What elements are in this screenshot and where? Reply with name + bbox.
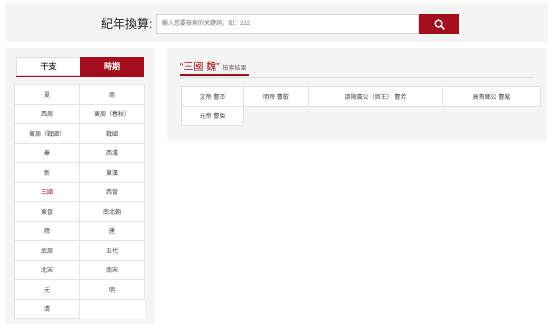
era-item[interactable]: 三國	[15, 182, 80, 202]
tab-underline	[16, 76, 144, 77]
era-item[interactable]: 五代	[80, 241, 145, 261]
era-item[interactable]: 東周（戰國）	[15, 124, 80, 144]
era-item[interactable]: 北宋	[15, 260, 80, 280]
era-item[interactable]: 武周	[15, 241, 80, 261]
era-item[interactable]: 南北朝	[80, 202, 145, 222]
era-item[interactable]: 東漢	[80, 163, 145, 183]
era-item[interactable]: 西周	[15, 104, 80, 124]
search-icon	[434, 19, 445, 30]
era-item[interactable]: 新	[15, 163, 80, 183]
result-item[interactable]: 高貴鄉公 曹髦	[443, 87, 541, 107]
era-item[interactable]: 西晉	[80, 182, 145, 202]
era-item[interactable]: 清	[15, 299, 80, 319]
search-button[interactable]	[419, 14, 459, 34]
era-item[interactable]: 東周（春秋）	[80, 104, 145, 124]
era-item[interactable]: 南宋	[80, 260, 145, 280]
tab-ganzhi[interactable]: 干支	[16, 57, 80, 76]
result-item[interactable]: 文帝 曹丕	[182, 87, 244, 107]
era-item[interactable]: 元	[15, 280, 80, 300]
search-input[interactable]	[156, 14, 419, 34]
era-item[interactable]: 秦	[15, 143, 80, 163]
result-list: 文帝 曹丕 明帝 曹叡 邵陵厲公（齊王） 曹芳 高貴鄉公 曹髦元帝 曹奐	[181, 86, 541, 126]
tab-era[interactable]: 時期	[80, 57, 144, 76]
result-suffix: 檢索結果	[222, 66, 247, 72]
results-panel: “三國 魏” 檢索結果 文帝 曹丕 明帝 曹叡 邵陵厲公（齊王） 曹芳 高貴鄉公 曹髦…	[167, 48, 547, 141]
era-item[interactable]: 西漢	[80, 143, 145, 163]
era-item[interactable]: 東晉	[15, 202, 80, 222]
result-title: “三國 魏” 檢索結果	[180, 58, 250, 76]
result-keyword: “三國 魏”	[180, 62, 220, 73]
era-item[interactable]: 唐	[80, 221, 145, 241]
result-item[interactable]: 明帝 曹叡	[244, 87, 309, 107]
search-label: 紀年換算:	[101, 17, 153, 31]
era-item[interactable]: 明	[80, 280, 145, 300]
era-item[interactable]: 戰國	[80, 124, 145, 144]
era-item[interactable]: 商	[80, 85, 145, 105]
search-bar: 紀年換算:	[5, 3, 548, 42]
result-item[interactable]: 邵陵厲公（齊王） 曹芳	[309, 87, 443, 107]
era-item[interactable]: 夏	[15, 85, 80, 105]
era-list: 夏商西周 東周（春秋） 東周（戰國） 戰國秦西漢新東漢 三國 西晉 東晉 南北朝隋唐武周 五代北…	[14, 84, 145, 319]
era-item[interactable]: 隋	[15, 221, 80, 241]
result-item[interactable]: 元帝 曹奐	[182, 106, 244, 126]
result-header: “三國 魏” 檢索結果	[180, 58, 534, 78]
